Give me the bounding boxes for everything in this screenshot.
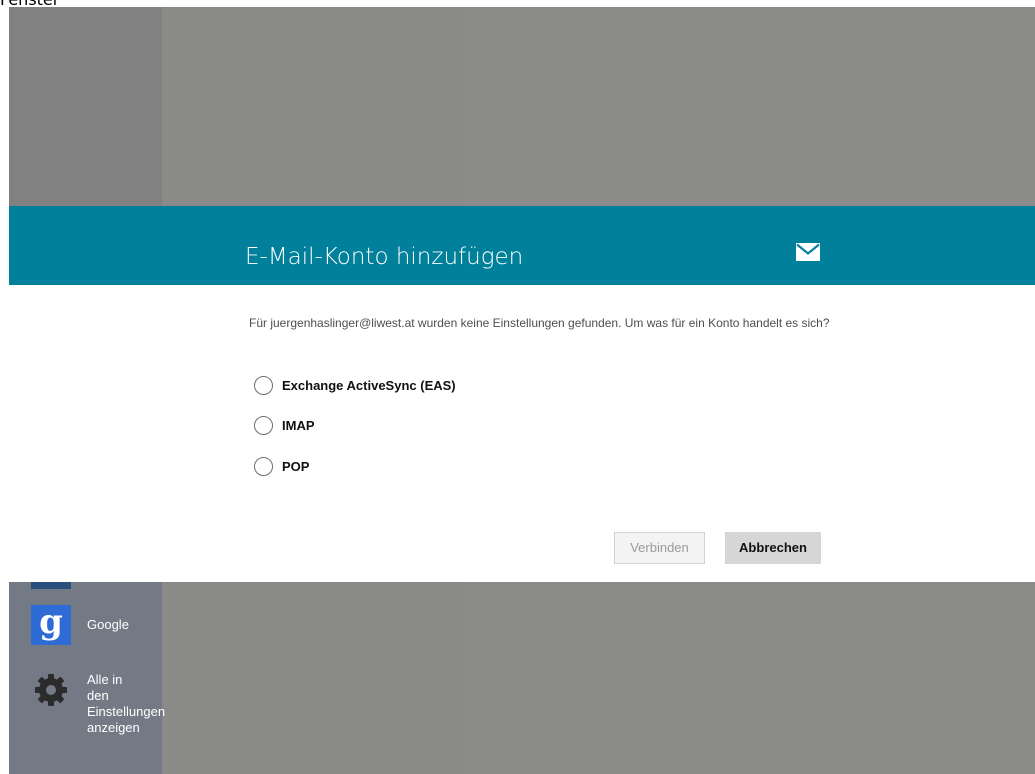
radio-pop[interactable]: POP bbox=[254, 455, 309, 477]
radio-label: IMAP bbox=[282, 417, 315, 433]
radio-button[interactable] bbox=[254, 415, 273, 435]
radio-button[interactable] bbox=[254, 456, 273, 476]
radio-imap[interactable]: IMAP bbox=[254, 414, 315, 436]
dialog-message: Für juergenhaslinger@liwest.at wurden ke… bbox=[249, 316, 830, 330]
provider-google[interactable]: g Google bbox=[31, 605, 129, 645]
cancel-button[interactable]: Abbrechen bbox=[725, 532, 821, 564]
connect-button[interactable]: Verbinden bbox=[614, 532, 705, 564]
provider-show-all-settings[interactable]: Alle in den Einstellungen anzeigen bbox=[31, 668, 169, 736]
radio-label: Exchange ActiveSync (EAS) bbox=[282, 377, 456, 393]
radio-exchange-activesync[interactable]: Exchange ActiveSync (EAS) bbox=[254, 374, 456, 396]
provider-google-label: Google bbox=[87, 617, 129, 632]
provider-tile-edge bbox=[31, 582, 71, 589]
mail-icon bbox=[796, 243, 820, 261]
google-icon: g bbox=[31, 605, 71, 645]
provider-settings-label: Alle in den Einstellungen anzeigen bbox=[87, 672, 166, 735]
radio-label: POP bbox=[282, 458, 310, 474]
gear-icon bbox=[35, 674, 67, 706]
radio-button[interactable] bbox=[254, 375, 273, 395]
dialog-title: E-Mail-Konto hinzufügen bbox=[245, 244, 524, 270]
window-caption: Fenster bbox=[0, 0, 59, 8]
